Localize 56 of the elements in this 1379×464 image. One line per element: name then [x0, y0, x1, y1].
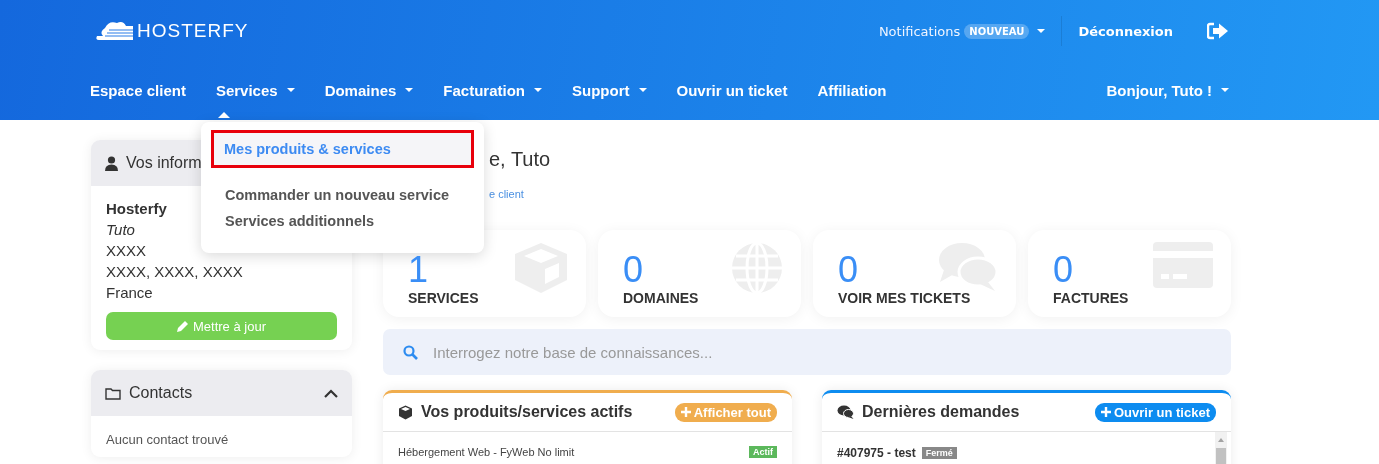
search-icon	[403, 345, 418, 360]
chat-icon	[837, 405, 854, 419]
logo-text[interactable]: HOSTERFY	[137, 20, 249, 42]
folder-icon	[105, 386, 121, 400]
address-line: Hosterfy	[106, 199, 167, 219]
panel-title: Dernières demandes	[862, 403, 1020, 421]
stat-count: 1	[408, 252, 429, 288]
address-line: Tuto	[106, 220, 135, 240]
caret-icon	[1037, 29, 1046, 33]
card-title: Contacts	[129, 384, 193, 402]
nav-item[interactable]: Ouvrir un ticket	[676, 81, 788, 99]
address-line: XXXX	[106, 241, 147, 261]
address-line: XXXX, XXXX, XXXX	[106, 262, 243, 282]
notifications-menu[interactable]: Notifications	[878, 23, 961, 39]
status-tag: Fermé	[921, 447, 957, 459]
menu-item[interactable]: Mes produits & services	[211, 130, 474, 168]
plus-icon	[1100, 407, 1111, 417]
cloud-server-logo-icon	[95, 20, 135, 42]
breadcrumb-link[interactable]: e client	[489, 188, 1231, 202]
stat-tile[interactable]: 0 VOIR MES TICKETS	[813, 230, 1016, 317]
stat-count: 0	[1053, 252, 1074, 288]
stat-tile[interactable]: 0 FACTURES	[1028, 230, 1231, 317]
nav-item[interactable]: Facturation	[443, 81, 525, 99]
cube-icon	[398, 404, 413, 420]
nav-item[interactable]: Espace client	[90, 81, 186, 99]
pencil-icon	[177, 320, 189, 332]
nav-item[interactable]: Affiliation	[817, 81, 887, 99]
nav-item[interactable]: Services	[215, 81, 278, 99]
nav-item[interactable]: Support	[572, 81, 630, 99]
stat-label: FACTURES	[1053, 290, 1129, 306]
panel-button[interactable]: Ouvrir un ticket	[1094, 402, 1216, 422]
card-title: Vos inform	[126, 154, 202, 172]
user-icon	[105, 155, 118, 171]
address-line: France	[106, 283, 153, 303]
stat-count: 0	[623, 252, 644, 288]
new-badge: NOUVEAU	[964, 23, 1030, 39]
list-item[interactable]: Hébergement Web - FyWeb No limit	[398, 446, 575, 458]
panel-title: Vos produits/services actifs	[421, 403, 633, 421]
status-tag: Actif	[749, 446, 777, 458]
chevron-icon[interactable]	[324, 388, 338, 398]
menu-item[interactable]: Commander un nouveau service	[215, 182, 474, 208]
stat-count: 0	[838, 252, 859, 288]
stat-tile[interactable]: 0 DOMAINES	[598, 230, 801, 317]
caret-icon	[1221, 88, 1229, 92]
sign-out-icon[interactable]	[1207, 22, 1229, 40]
user-menu[interactable]: Bonjour, Tuto !	[1106, 81, 1212, 99]
stat-label: DOMAINES	[623, 290, 699, 306]
nav-item[interactable]: Domaines	[324, 81, 397, 99]
stat-label: VOIR MES TICKETS	[838, 290, 971, 306]
empty-message: Aucun contact trouvé	[106, 431, 230, 447]
list-item[interactable]: #407975 - test	[837, 446, 916, 460]
stat-label: SERVICES	[408, 290, 479, 306]
page-title: e, Tuto	[489, 148, 552, 172]
plus-icon	[680, 407, 691, 417]
logout-link[interactable]: Déconnexion	[1078, 23, 1173, 39]
search-field[interactable]: Interrogez notre base de connaissances...	[383, 329, 1231, 375]
